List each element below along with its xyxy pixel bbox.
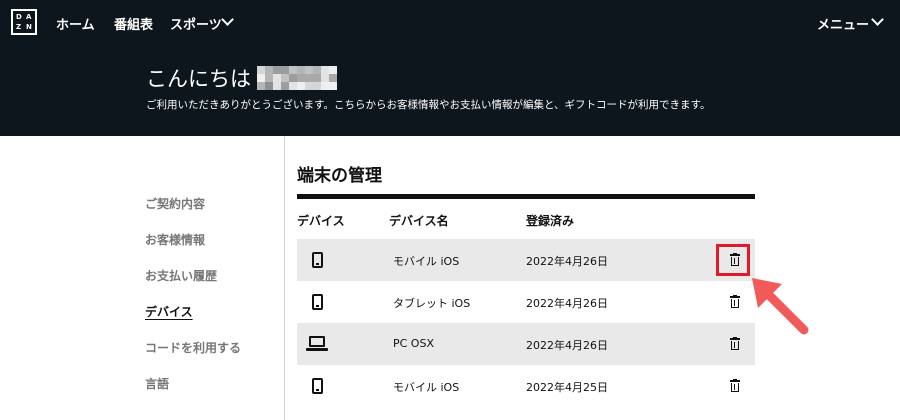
table-row: モバイル iOS 2022年4月25日 <box>297 365 755 407</box>
trash-icon[interactable] <box>729 337 741 351</box>
account-hero: こんにちは ご利用いただきありがとうございます。こちらからお客様情報やお支払い情… <box>0 45 900 136</box>
registered-date: 2022年4月25日 <box>526 381 608 394</box>
dazn-logo[interactable]: D A Z N <box>11 9 37 35</box>
chevron-down-icon[interactable] <box>221 13 234 26</box>
column-header-device: デバイス <box>297 214 345 228</box>
sidebar-item-devices[interactable]: デバイス <box>145 303 193 320</box>
table-row: モバイル iOS 2022年4月26日 <box>297 239 755 281</box>
registered-date: 2022年4月26日 <box>526 255 608 268</box>
sidebar-item-redeem-code[interactable]: コードを利用する <box>145 339 241 356</box>
trash-icon[interactable] <box>729 295 741 309</box>
registered-date: 2022年4月26日 <box>526 339 608 352</box>
logo-letter-d: D <box>16 13 22 21</box>
annotation-arrow-icon <box>752 278 809 335</box>
laptop-icon <box>309 336 325 347</box>
column-header-registered: 登録済み <box>526 214 575 228</box>
chevron-down-icon[interactable] <box>871 13 884 26</box>
phone-icon <box>312 378 323 394</box>
laptop-base <box>306 348 328 351</box>
logo-letter-n: N <box>26 23 32 31</box>
device-name: PC OSX <box>393 337 434 350</box>
device-name: タブレット iOS <box>393 297 471 310</box>
sidebar-item-payment-history[interactable]: お支払い履歴 <box>145 267 217 284</box>
nav-sports[interactable]: スポーツ <box>170 14 222 33</box>
trash-icon[interactable] <box>729 379 741 393</box>
device-name: モバイル iOS <box>393 381 460 394</box>
nav-menu[interactable]: メニュー <box>817 14 869 33</box>
sidebar-item-contract[interactable]: ご契約内容 <box>145 195 205 212</box>
logo-letter-z: Z <box>16 23 22 31</box>
page-title: 端末の管理 <box>297 166 382 186</box>
phone-icon <box>312 294 323 310</box>
sidebar-divider <box>284 136 285 420</box>
sidebar-item-language[interactable]: 言語 <box>145 375 169 392</box>
phone-icon <box>312 252 323 268</box>
column-header-device-name: デバイス名 <box>389 214 449 228</box>
registered-date: 2022年4月26日 <box>526 297 608 310</box>
device-name: モバイル iOS <box>393 255 460 268</box>
table-row: タブレット iOS 2022年4月26日 <box>297 281 755 323</box>
sidebar-item-customer-info[interactable]: お客様情報 <box>145 231 205 248</box>
blurred-username <box>257 66 337 90</box>
logo-letter-a: A <box>26 13 32 21</box>
nav-home[interactable]: ホーム <box>56 14 95 33</box>
hero-subtitle: ご利用いただきありがとうございます。こちらからお客様情報やお支払い情報が編集と、… <box>146 99 711 111</box>
top-nav: D A Z N ホーム 番組表 スポーツ メニュー <box>0 0 900 45</box>
title-underline <box>297 194 755 199</box>
nav-schedule[interactable]: 番組表 <box>114 14 153 33</box>
highlight-box <box>716 244 750 276</box>
greeting: こんにちは <box>146 67 251 91</box>
table-row: PC OSX 2022年4月26日 <box>297 323 755 365</box>
